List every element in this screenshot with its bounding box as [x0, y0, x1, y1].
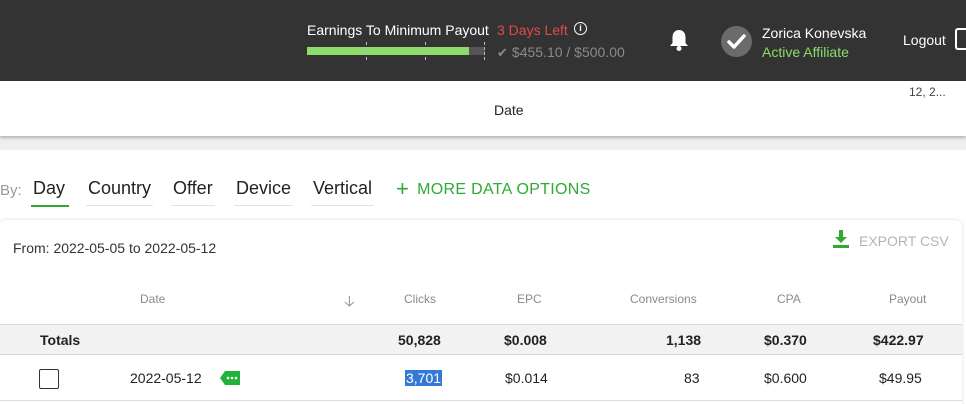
totals-payout: $422.97	[873, 332, 924, 348]
earnings-label: Earnings To Minimum Payout	[307, 22, 489, 38]
row-epc: $0.014	[505, 370, 548, 386]
tab-offer[interactable]: Offer	[171, 178, 215, 206]
totals-row: Totals 50,828 $0.008 1,138 $0.370 $422.9…	[0, 324, 962, 355]
progress-tick	[366, 42, 367, 60]
totals-clicks: 50,828	[398, 332, 441, 348]
totals-conversions: 1,138	[666, 332, 702, 348]
row-checkbox[interactable]	[39, 369, 59, 389]
report-section: By: Day Country Offer Device Vertical + M…	[0, 150, 966, 404]
chart-tick-label: 12, 2...	[909, 85, 946, 99]
tab-device[interactable]: Device	[234, 178, 294, 206]
column-header-epc[interactable]: EPC	[517, 292, 542, 306]
more-data-options-label: MORE DATA OPTIONS	[417, 181, 591, 198]
row-date: 2022-05-12	[130, 370, 202, 386]
totals-label: Totals	[40, 332, 81, 348]
totals-epc: $0.008	[504, 332, 547, 348]
affiliate-status-icon	[721, 26, 752, 57]
logout-icon[interactable]	[955, 28, 966, 50]
tag-icon[interactable]	[220, 371, 240, 385]
column-header-payout[interactable]: Payout	[889, 292, 926, 306]
more-data-options-button[interactable]: + MORE DATA OPTIONS	[396, 176, 591, 202]
bell-icon[interactable]	[668, 28, 690, 57]
totals-cpa: $0.370	[764, 332, 807, 348]
report-table-card: From: 2022-05-05 to 2022-05-12 EXPORT CS…	[0, 220, 962, 404]
row-cpa: $0.600	[764, 370, 807, 386]
logout-button[interactable]: Logout	[903, 32, 946, 48]
user-status: Active Affiliate	[762, 44, 849, 60]
plus-icon: +	[396, 176, 410, 201]
download-icon	[833, 230, 849, 251]
progress-tick	[425, 42, 426, 60]
payout-progress-bar	[307, 42, 485, 60]
sort-desc-icon[interactable]: 🡣	[344, 291, 355, 316]
date-range: From: 2022-05-05 to 2022-05-12	[13, 240, 217, 256]
tab-country[interactable]: Country	[86, 178, 154, 206]
payout-progress-fill	[307, 47, 469, 55]
chart-x-axis-label: Date	[494, 102, 524, 118]
row-conversions: 83	[684, 370, 700, 386]
chart-area: Date 12, 2...	[0, 81, 966, 136]
top-bar: Earnings To Minimum Payout 3 Days Left i…	[0, 0, 966, 81]
days-left-text: 3 Days Left	[497, 22, 568, 38]
column-header-conversions[interactable]: Conversions	[630, 292, 697, 306]
row-payout: $49.95	[879, 370, 922, 386]
column-header-clicks[interactable]: Clicks	[404, 292, 436, 306]
table-row: 2022-05-12 3,701 $0.014 83 $0.600 $49.95	[0, 355, 962, 401]
export-csv-button[interactable]: EXPORT CSV	[833, 230, 949, 251]
progress-tick	[484, 42, 485, 60]
tab-vertical[interactable]: Vertical	[311, 178, 375, 206]
user-name: Zorica Konevska	[762, 25, 867, 41]
export-csv-label: EXPORT CSV	[859, 233, 949, 249]
payout-amount: ✔ $455.10 / $500.00	[497, 44, 625, 61]
group-by-label: By:	[0, 182, 22, 199]
check-icon: ✔	[497, 45, 508, 60]
row-clicks: 3,701	[405, 370, 443, 386]
column-header-cpa[interactable]: CPA	[777, 292, 801, 306]
info-icon[interactable]: i	[574, 22, 587, 35]
payout-amount-text: $455.10 / $500.00	[511, 44, 625, 60]
column-header-date[interactable]: Date	[140, 292, 165, 306]
tab-day[interactable]: Day	[31, 178, 70, 207]
